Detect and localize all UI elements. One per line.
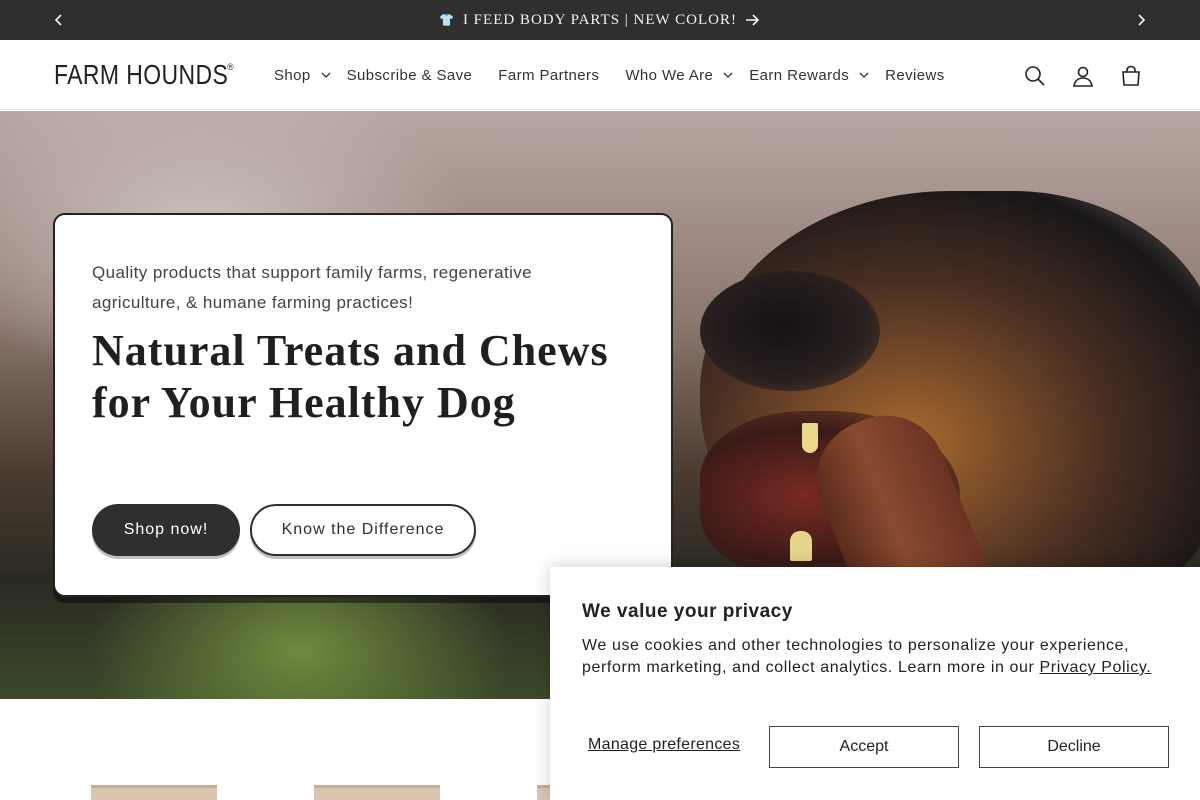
logo[interactable]: FARM HOUNDS ®	[54, 60, 266, 90]
dog-tooth	[790, 531, 812, 561]
announcement-link[interactable]: 👕 I FEED BODY PARTS | NEW COLOR!	[439, 12, 761, 29]
shop-now-button[interactable]: Shop now!	[92, 504, 240, 556]
dog-tooth	[802, 423, 818, 453]
cookie-heading: We value your privacy	[582, 601, 793, 622]
nav-farm-partners[interactable]: Farm Partners	[498, 40, 599, 110]
manage-preferences-link[interactable]: Manage preferences	[588, 736, 740, 754]
accept-button[interactable]: Accept	[769, 726, 959, 768]
site-header: FARM HOUNDS ® Shop Subscribe & Save Farm…	[0, 40, 1200, 110]
announcement-bar: 👕 I FEED BODY PARTS | NEW COLOR!	[0, 0, 1200, 40]
nav-label: Subscribe & Save	[346, 66, 473, 84]
chevron-left-icon	[54, 14, 62, 26]
nav-subscribe-save[interactable]: Subscribe & Save	[347, 40, 473, 110]
hero-title: Natural Treats and Chews for Your Health…	[92, 326, 609, 427]
cookie-banner: We value your privacy We use cookies and…	[550, 567, 1200, 800]
product-thumbnail[interactable]	[314, 785, 440, 800]
nav-reviews[interactable]: Reviews	[885, 40, 944, 110]
nav-who-we-are[interactable]: Who We Are	[625, 40, 749, 110]
nav-earn-rewards[interactable]: Earn Rewards	[749, 40, 885, 110]
hero-subtitle: Quality products that support family far…	[92, 263, 533, 312]
cookie-body: We use cookies and other technologies to…	[582, 635, 1172, 679]
account-button[interactable]	[1070, 63, 1096, 89]
nav-label: Farm Partners	[498, 66, 600, 84]
header-icons	[1022, 63, 1144, 89]
hero-card: Quality products that support family far…	[53, 213, 673, 597]
chevron-down-icon	[321, 72, 331, 78]
announcement-text: I FEED BODY PARTS | NEW COLOR!	[462, 11, 738, 28]
previous-announcement-button[interactable]	[47, 8, 71, 32]
main-nav: Shop Subscribe & Save Farm Partners Who …	[274, 40, 971, 110]
nav-label: Earn Rewards	[749, 66, 850, 84]
search-icon	[1025, 66, 1045, 86]
know-the-difference-button[interactable]: Know the Difference	[250, 504, 476, 556]
privacy-policy-link[interactable]: Privacy Policy.	[1040, 659, 1152, 676]
account-icon	[1073, 66, 1093, 87]
cart-icon	[1122, 65, 1140, 86]
t-shirt-icon: 👕	[438, 12, 455, 27]
logo-text: FARM HOUNDS	[54, 59, 229, 90]
registered-mark: ®	[227, 62, 234, 72]
nav-shop[interactable]: Shop	[274, 40, 347, 110]
search-button[interactable]	[1022, 63, 1048, 89]
arrow-right-icon	[746, 14, 760, 26]
cart-button[interactable]	[1118, 63, 1144, 89]
chevron-down-icon	[723, 72, 733, 78]
product-thumbnail[interactable]	[91, 785, 217, 800]
chevron-right-icon	[1138, 14, 1146, 26]
nav-label: Reviews	[885, 66, 945, 84]
nav-label: Who We Are	[625, 66, 714, 84]
dog-nose	[700, 271, 880, 391]
next-announcement-button[interactable]	[1129, 8, 1153, 32]
nav-label: Shop	[274, 66, 311, 84]
chevron-down-icon	[859, 72, 869, 78]
decline-button[interactable]: Decline	[979, 726, 1169, 768]
